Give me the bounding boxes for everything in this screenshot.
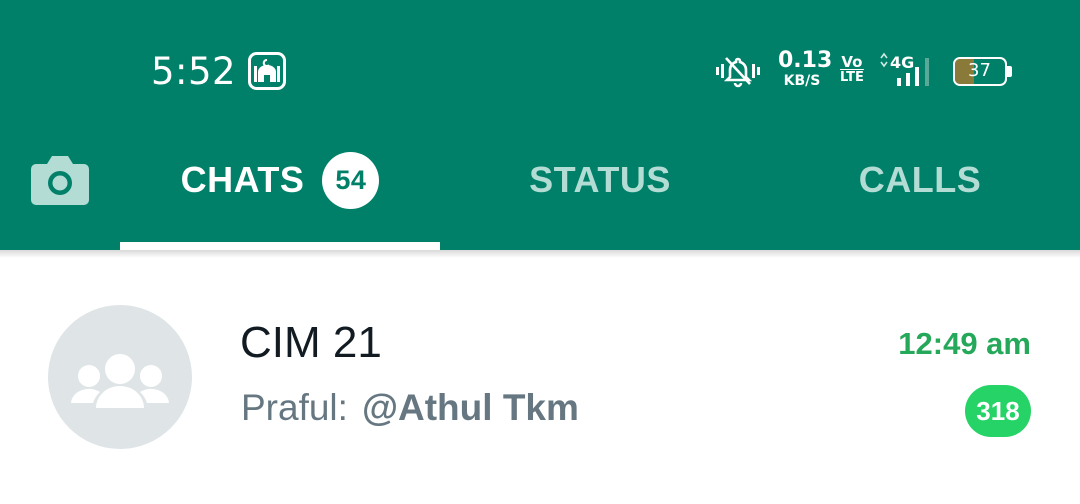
header-shadow xyxy=(0,250,1080,258)
app-header: 5:52 0.13 KB/S Vo LTE 4G 37 CHATS 54 STA… xyxy=(0,0,1080,250)
chat-name: CIM 21 xyxy=(240,318,382,367)
battery-level: 37 xyxy=(968,60,991,81)
tab-chats-label: CHATS xyxy=(180,159,305,200)
network-type: 4G xyxy=(890,53,914,72)
mute-icon xyxy=(716,57,760,88)
speed-unit: KB/S xyxy=(783,73,821,89)
tab-status-label: STATUS xyxy=(529,159,671,200)
unread-count-badge: 318 xyxy=(965,385,1031,437)
tab-chats[interactable]: CHATS 54 xyxy=(120,150,440,210)
avatar[interactable] xyxy=(48,305,192,449)
chat-preview: Praful: @Athul Tkm xyxy=(241,387,579,429)
tab-calls-label: CALLS xyxy=(858,159,982,200)
volte-bottom: LTE xyxy=(840,70,864,85)
chat-timestamp: 12:49 am xyxy=(898,326,1031,361)
camera-icon[interactable] xyxy=(30,152,90,206)
volte-indicator: Vo LTE xyxy=(840,53,864,85)
status-time: 5:52 xyxy=(151,50,237,93)
active-tab-indicator xyxy=(120,242,440,250)
group-icon xyxy=(71,354,169,408)
tab-calls[interactable]: CALLS xyxy=(760,150,1080,210)
chats-count-badge: 54 xyxy=(322,151,380,209)
signal-icon: 4G xyxy=(880,52,929,86)
message-sender: Praful: xyxy=(241,387,348,428)
network-speed: 0.13 KB/S xyxy=(778,48,833,89)
tab-status[interactable]: STATUS xyxy=(440,150,760,210)
mosque-icon xyxy=(248,52,286,90)
volte-top: Vo xyxy=(841,53,863,71)
speed-value: 0.13 xyxy=(778,48,833,73)
message-text: @Athul Tkm xyxy=(361,387,579,428)
battery-icon: 37 xyxy=(953,57,1013,86)
